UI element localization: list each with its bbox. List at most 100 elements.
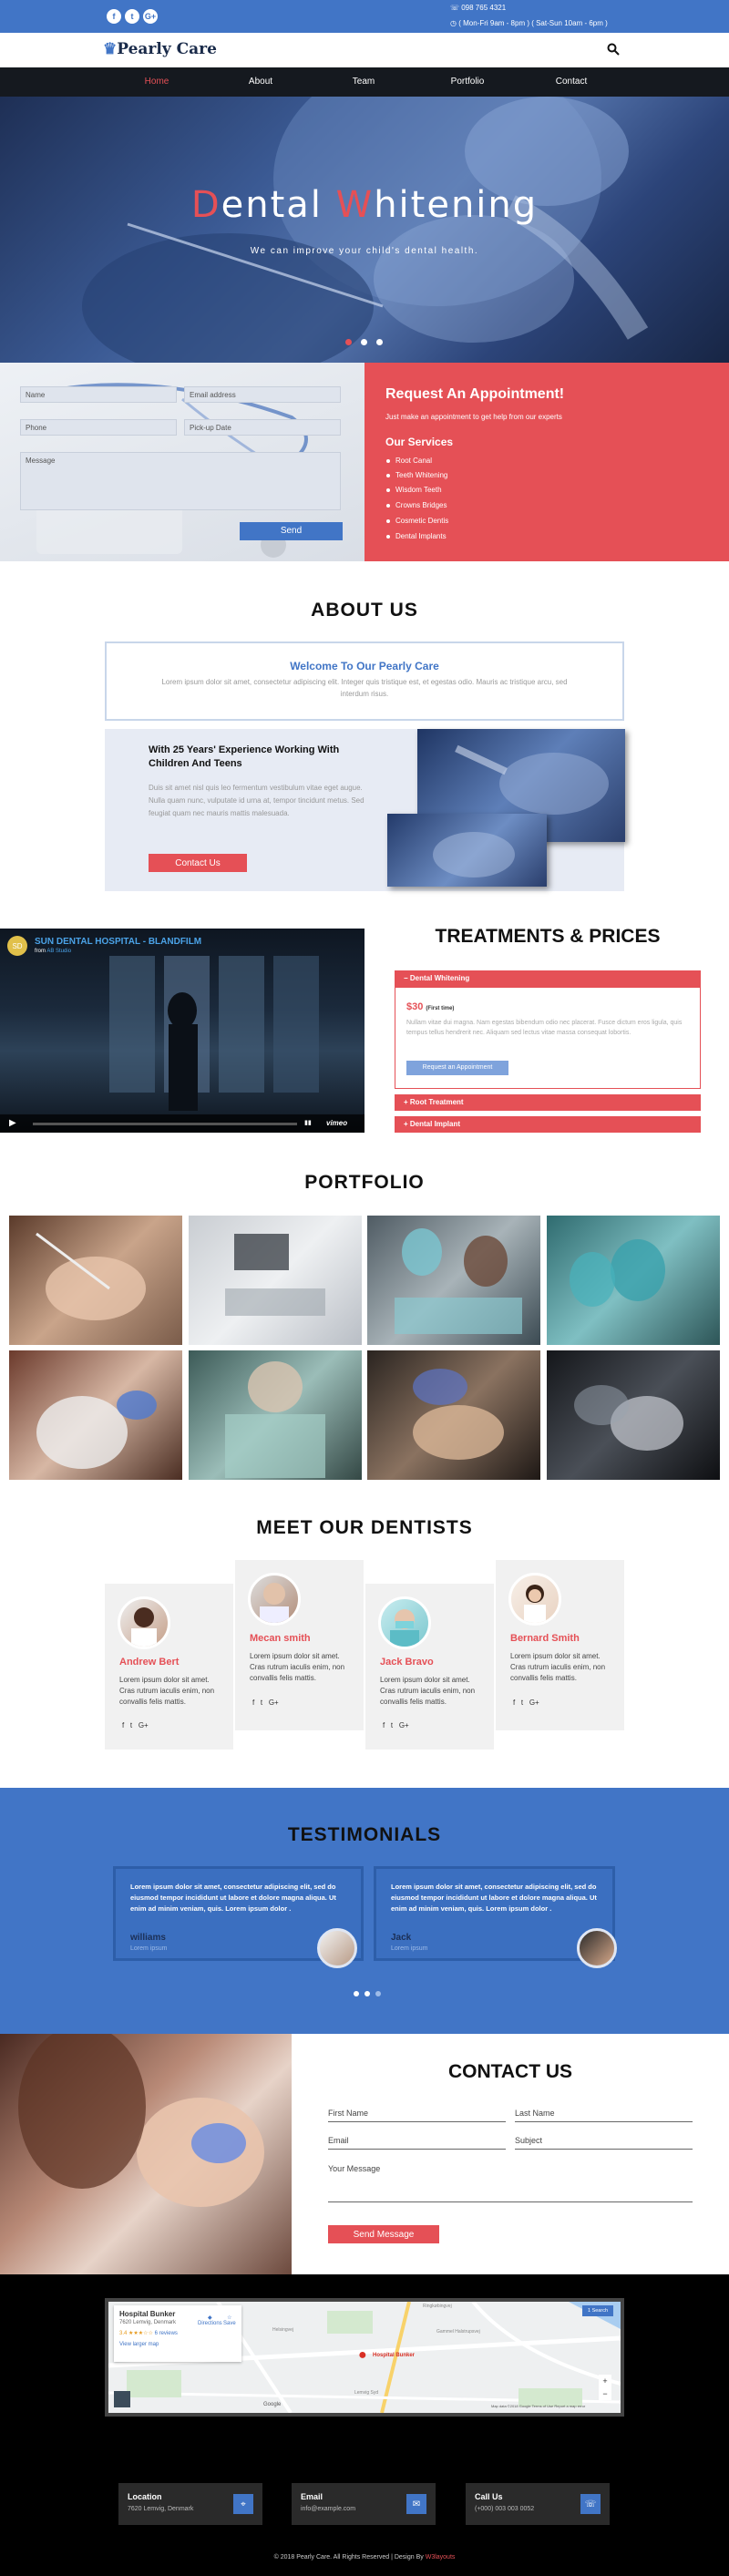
nav-about[interactable]: About <box>224 77 297 87</box>
service-item[interactable]: Teeth Whitening <box>386 471 447 479</box>
play-icon[interactable]: ▶ <box>9 1118 16 1128</box>
info-value: 7620 Lemvig, Denmark <box>128 2506 194 2512</box>
contact-photo <box>0 2034 292 2274</box>
email-input[interactable]: Email <box>328 2136 506 2150</box>
info-title: Email <box>301 2492 323 2501</box>
slider-dot[interactable] <box>361 339 367 345</box>
phone-input[interactable]: Phone <box>20 419 177 436</box>
video-author[interactable]: AB Studio <box>46 949 71 954</box>
accordion-label: Dental Implant <box>409 1120 461 1128</box>
twitter-icon[interactable]: t <box>391 1721 393 1729</box>
contact-us-button[interactable]: Contact Us <box>149 854 247 872</box>
slider-dot[interactable] <box>376 339 383 345</box>
accordion-dental-whitening[interactable]: − Dental Whitening <box>395 970 701 987</box>
directions-button[interactable]: ◆ Directions <box>198 2314 222 2326</box>
portfolio-item[interactable] <box>547 1216 720 1345</box>
pickup-date-input[interactable]: Pick-up Date <box>184 419 341 436</box>
logo[interactable]: ♛Pearly Care <box>103 40 217 58</box>
first-name-input[interactable]: First Name <box>328 2109 506 2122</box>
price: $30 (First time) <box>406 1001 454 1012</box>
zoom-controls[interactable]: + − <box>599 2375 611 2400</box>
subject-input[interactable]: Subject <box>515 2136 693 2150</box>
portfolio-item[interactable] <box>189 1216 362 1345</box>
satellite-thumbnail[interactable] <box>114 2391 130 2407</box>
portfolio-item[interactable] <box>367 1350 540 1480</box>
service-item[interactable]: Cosmetic Dentis <box>386 517 448 525</box>
info-value[interactable]: info@example.com <box>301 2506 355 2512</box>
google-plus-icon[interactable]: G+ <box>143 9 158 24</box>
nav-portfolio[interactable]: Portfolio <box>431 77 504 87</box>
nav-team[interactable]: Team <box>327 77 400 87</box>
dentists-title: MEET OUR DENTISTS <box>256 1517 473 1538</box>
portfolio-item[interactable] <box>9 1216 182 1345</box>
phone-info: ☏ 098 765 4321 <box>450 4 506 12</box>
designer-link[interactable]: W3layouts <box>426 2554 456 2561</box>
larger-map-link[interactable]: View larger map <box>119 2342 159 2347</box>
map-pin-icon[interactable]: ● <box>358 2347 367 2364</box>
email-input[interactable]: Email address <box>184 386 341 403</box>
request-appointment-button[interactable]: Request an Appointment <box>406 1061 508 1075</box>
google-plus-icon[interactable]: G+ <box>529 1699 539 1707</box>
portfolio-item[interactable] <box>189 1350 362 1480</box>
message-textarea[interactable]: Message <box>20 452 341 510</box>
experience-title: With 25 Years' Experience Working With C… <box>149 744 340 769</box>
testimonial-dot[interactable] <box>375 1991 381 1996</box>
save-button[interactable]: ☆ Save <box>223 2314 236 2326</box>
info-location: Location 7620 Lemvig, Denmark ⌖ <box>118 2483 262 2525</box>
volume-icon[interactable]: ▮▮ <box>304 1119 312 1126</box>
service-item[interactable]: Dental Implants <box>386 532 447 540</box>
name-input[interactable]: Name <box>20 386 177 403</box>
zoom-out-icon[interactable]: − <box>602 2389 607 2398</box>
send-button[interactable]: Send <box>240 522 343 540</box>
service-item[interactable]: Crowns Bridges <box>386 501 447 509</box>
google-plus-icon[interactable]: G+ <box>399 1721 409 1729</box>
message-textarea[interactable]: Your Message <box>328 2164 693 2202</box>
street-label: Gammel Halstrupsvej <box>436 2329 480 2335</box>
nav-home[interactable]: Home <box>120 77 193 87</box>
facebook-icon[interactable]: f <box>107 9 121 24</box>
portfolio-item[interactable] <box>547 1350 720 1480</box>
street-label: Helsingvej <box>272 2327 294 2333</box>
twitter-icon[interactable]: t <box>130 1721 132 1729</box>
google-plus-icon[interactable]: G+ <box>269 1699 279 1707</box>
facebook-icon[interactable]: f <box>513 1699 515 1707</box>
progress-bar[interactable] <box>33 1123 297 1125</box>
accordion-root-treatment[interactable]: + Root Treatment <box>395 1094 701 1111</box>
accordion-dental-implant[interactable]: + Dental Implant <box>395 1116 701 1133</box>
portfolio-item[interactable] <box>367 1216 540 1345</box>
zoom-in-icon[interactable]: + <box>602 2376 607 2386</box>
facebook-icon[interactable]: f <box>122 1721 124 1729</box>
send-message-button[interactable]: Send Message <box>328 2225 439 2243</box>
testimonial-role: Lorem ipsum <box>391 1945 428 1952</box>
dentist-bio: Lorem ipsum dolor sit amet. Cras rutrum … <box>380 1676 476 1706</box>
testimonial-dot[interactable] <box>354 1991 359 1996</box>
last-name-input[interactable]: Last Name <box>515 2109 693 2122</box>
map-search-button[interactable]: 1 Search <box>582 2305 613 2316</box>
video-controls: ▶ ▮▮ vimeo <box>0 1114 364 1133</box>
map-rating: 3.4 ★★★☆☆ 6 reviews <box>119 2330 178 2336</box>
plus-icon: + <box>404 1120 410 1128</box>
nav-contact[interactable]: Contact <box>535 77 608 87</box>
slider-dot[interactable] <box>345 339 352 345</box>
facebook-icon[interactable]: f <box>383 1721 385 1729</box>
search-icon[interactable] <box>607 43 620 56</box>
phone-icon: ☏ <box>450 4 462 12</box>
channel-avatar[interactable]: SD <box>7 936 27 956</box>
vimeo-logo[interactable]: vimeo <box>326 1119 347 1127</box>
service-item[interactable]: Root Canal <box>386 457 432 465</box>
portfolio-item[interactable] <box>9 1350 182 1480</box>
reviews-link[interactable]: 6 reviews <box>155 2331 178 2336</box>
map[interactable]: Hospital Bunker 7620 Lemvig, Denmark 3.4… <box>108 2302 621 2413</box>
service-item[interactable]: Wisdom Teeth <box>386 486 442 494</box>
video-title[interactable]: SUN DENTAL HOSPITAL - BLANDFILM <box>35 937 201 947</box>
twitter-icon[interactable]: t <box>521 1699 523 1707</box>
video-player[interactable]: SD SUN DENTAL HOSPITAL - BLANDFILM from … <box>0 929 364 1133</box>
twitter-icon[interactable]: t <box>125 9 139 24</box>
dentist-name: Bernard Smith <box>510 1633 580 1644</box>
hero-title-letter: D <box>190 184 221 226</box>
google-plus-icon[interactable]: G+ <box>139 1721 149 1729</box>
testimonial-dot[interactable] <box>364 1991 370 1996</box>
twitter-icon[interactable]: t <box>261 1699 262 1707</box>
main-nav: Home About Team Portfolio Contact <box>0 67 729 97</box>
facebook-icon[interactable]: f <box>252 1699 254 1707</box>
